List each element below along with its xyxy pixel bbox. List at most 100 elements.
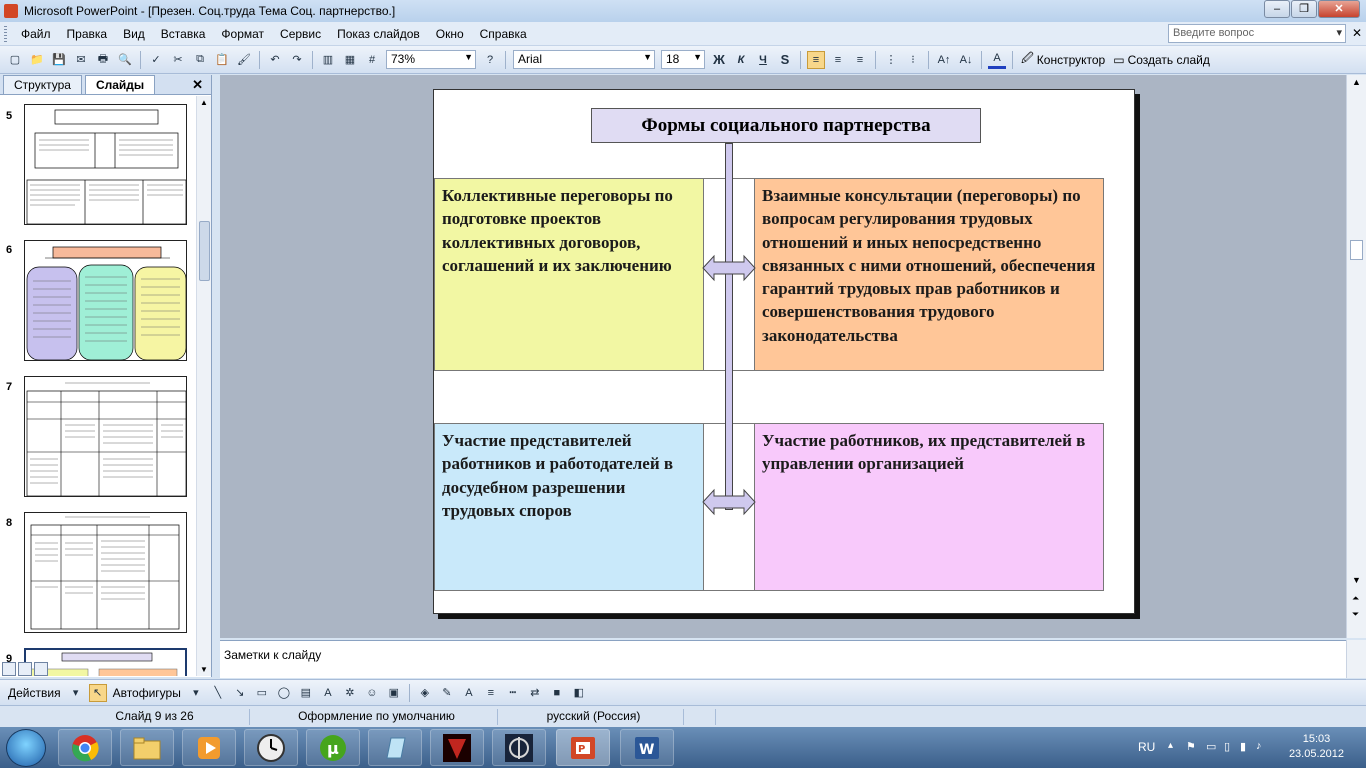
clock-gadget-icon[interactable] — [244, 729, 298, 766]
format-painter-icon[interactable]: 🖌 — [235, 51, 253, 69]
slide-title[interactable]: Формы социального партнерства — [591, 108, 981, 143]
autoshapes-menu[interactable]: Автофигуры — [109, 686, 185, 700]
zoom-select[interactable]: 73% ▼ — [386, 50, 476, 69]
chevron-down-icon[interactable]: ▾ — [187, 684, 205, 702]
flag-icon[interactable]: ⚑ — [1186, 740, 1196, 753]
toolbar-grip[interactable] — [4, 25, 7, 42]
menu-insert[interactable]: Вставка — [153, 23, 214, 45]
line-color-icon[interactable]: ✎ — [438, 684, 456, 702]
menu-edit[interactable]: Правка — [59, 23, 116, 45]
oval-icon[interactable]: ◯ — [275, 684, 293, 702]
align-center-icon[interactable]: ≡ — [829, 51, 847, 69]
notes-scrollbar[interactable] — [1346, 640, 1366, 678]
menu-slideshow[interactable]: Показ слайдов — [329, 23, 428, 45]
new-document-icon[interactable]: ▢ — [6, 51, 24, 69]
save-icon[interactable]: 💾 — [50, 51, 68, 69]
dash-style-icon[interactable]: ┅ — [504, 684, 522, 702]
scroll-up-icon[interactable]: ▲ — [200, 98, 208, 107]
actions-menu[interactable]: Действия — [4, 686, 65, 700]
signal-icon[interactable]: ▮ — [1240, 740, 1246, 753]
font-color-icon[interactable]: A — [460, 684, 478, 702]
clock[interactable]: 15:03 23.05.2012 — [1289, 732, 1344, 762]
scroll-down-icon[interactable]: ▼ — [1352, 575, 1361, 585]
shadow-style-icon[interactable]: ■ — [548, 684, 566, 702]
slideshow-view-icon[interactable] — [34, 662, 48, 676]
previous-slide-icon[interactable]: ⏶ — [1352, 593, 1359, 604]
tab-outline[interactable]: Структура — [3, 75, 82, 94]
scroll-thumb[interactable] — [199, 221, 210, 281]
insert-table-icon[interactable]: ▦ — [341, 51, 359, 69]
font-size-select[interactable]: 18 ▼ — [661, 50, 705, 69]
underline-button[interactable]: Ч — [754, 51, 772, 69]
copy-icon[interactable]: ⧉ — [191, 51, 209, 69]
chrome-icon[interactable] — [58, 729, 112, 766]
thumbnail-list[interactable]: 5 6 7 8 9 — [0, 96, 196, 676]
line-icon[interactable]: ╲ — [209, 684, 227, 702]
numbering-icon[interactable]: ⋮ — [882, 51, 900, 69]
rectangle-icon[interactable]: ▭ — [253, 684, 271, 702]
arrow-icon[interactable]: ↘ — [231, 684, 249, 702]
italic-button[interactable]: К — [732, 51, 750, 69]
scroll-thumb[interactable] — [1350, 240, 1363, 260]
menu-view[interactable]: Вид — [115, 23, 153, 45]
slide-box-worker-management[interactable]: Участие работников, их представителей в … — [754, 423, 1104, 591]
permission-icon[interactable]: ✉ — [72, 51, 90, 69]
slide-scrollbar[interactable]: ▲ ▼ ⏶ ⏷ — [1346, 75, 1366, 638]
close-button[interactable]: ✕ — [1318, 0, 1360, 18]
textbox-icon[interactable]: ▤ — [297, 684, 315, 702]
normal-view-icon[interactable] — [2, 662, 16, 676]
paste-icon[interactable]: 📋 — [213, 51, 231, 69]
slide-thumbnail-5[interactable] — [24, 104, 187, 225]
increase-font-icon[interactable]: A↑ — [935, 51, 953, 69]
align-right-icon[interactable]: ≡ — [851, 51, 869, 69]
menu-window[interactable]: Окно — [428, 23, 472, 45]
close-icon[interactable]: ✕ — [192, 77, 203, 93]
minimize-button[interactable]: – — [1264, 0, 1290, 18]
emblem-app-icon[interactable] — [492, 729, 546, 766]
font-color-icon[interactable]: A — [988, 51, 1006, 69]
diagram-icon[interactable]: ✲ — [341, 684, 359, 702]
menu-file[interactable]: Файл — [13, 23, 59, 45]
font-name-select[interactable]: Arial ▼ — [513, 50, 655, 69]
slide-box-labor-disputes[interactable]: Участие представителей работников и рабо… — [434, 423, 704, 591]
slide-thumbnail-7[interactable] — [24, 376, 187, 497]
chevron-down-icon[interactable]: ▾ — [67, 684, 85, 702]
scroll-up-icon[interactable]: ▲ — [1352, 77, 1361, 87]
slide-sorter-icon[interactable] — [18, 662, 32, 676]
grid-icon[interactable]: # — [363, 51, 381, 69]
arrow-style-icon[interactable]: ⇄ — [526, 684, 544, 702]
align-left-icon[interactable]: ≡ — [807, 50, 825, 69]
language-indicator[interactable]: RU — [1138, 740, 1155, 754]
menu-help[interactable]: Справка — [472, 23, 535, 45]
slide-box-mutual-consultations[interactable]: Взаимные консультации (переговоры) по во… — [754, 178, 1104, 371]
designer-button[interactable]: 🖉 Конструктор — [1017, 49, 1109, 70]
fill-color-icon[interactable]: ◈ — [416, 684, 434, 702]
media-player-icon[interactable] — [182, 729, 236, 766]
volume-icon[interactable]: ♪ — [1256, 740, 1262, 752]
bullets-icon[interactable]: ⁝ — [904, 51, 922, 69]
spelling-icon[interactable]: ✓ — [147, 51, 165, 69]
help-search-input[interactable]: Введите вопрос ▾ — [1168, 24, 1346, 43]
show-hidden-icons-icon[interactable]: ▴ — [1168, 740, 1173, 751]
open-folder-icon[interactable]: 📁 — [28, 51, 46, 69]
line-style-icon[interactable]: ≡ — [482, 684, 500, 702]
battery-icon[interactable]: ▯ — [1224, 740, 1230, 753]
game-app-icon[interactable] — [430, 729, 484, 766]
utorrent-icon[interactable]: µ — [306, 729, 360, 766]
3d-style-icon[interactable]: ◧ — [570, 684, 588, 702]
network-icon[interactable]: ▭ — [1206, 740, 1216, 753]
clipart-icon[interactable]: ☺ — [363, 684, 381, 702]
word-taskbar-icon[interactable]: W — [620, 729, 674, 766]
restore-button[interactable]: ❐ — [1291, 0, 1317, 18]
new-slide-button[interactable]: ▭ Создать слайд — [1109, 53, 1214, 67]
notes-pane[interactable]: Заметки к слайду — [220, 640, 1346, 678]
menu-format[interactable]: Формат — [213, 23, 272, 45]
bold-button[interactable]: Ж — [710, 51, 728, 69]
next-slide-icon[interactable]: ⏷ — [1352, 609, 1359, 620]
undo-icon[interactable]: ↶ — [266, 51, 284, 69]
thumbnail-scrollbar[interactable]: ▲ ▼ — [196, 96, 211, 676]
print-icon[interactable]: 🖶 — [94, 51, 112, 69]
scroll-down-icon[interactable]: ▼ — [200, 665, 208, 674]
slide-thumbnail-8[interactable] — [24, 512, 187, 633]
slide-thumbnail-6[interactable] — [24, 240, 187, 361]
